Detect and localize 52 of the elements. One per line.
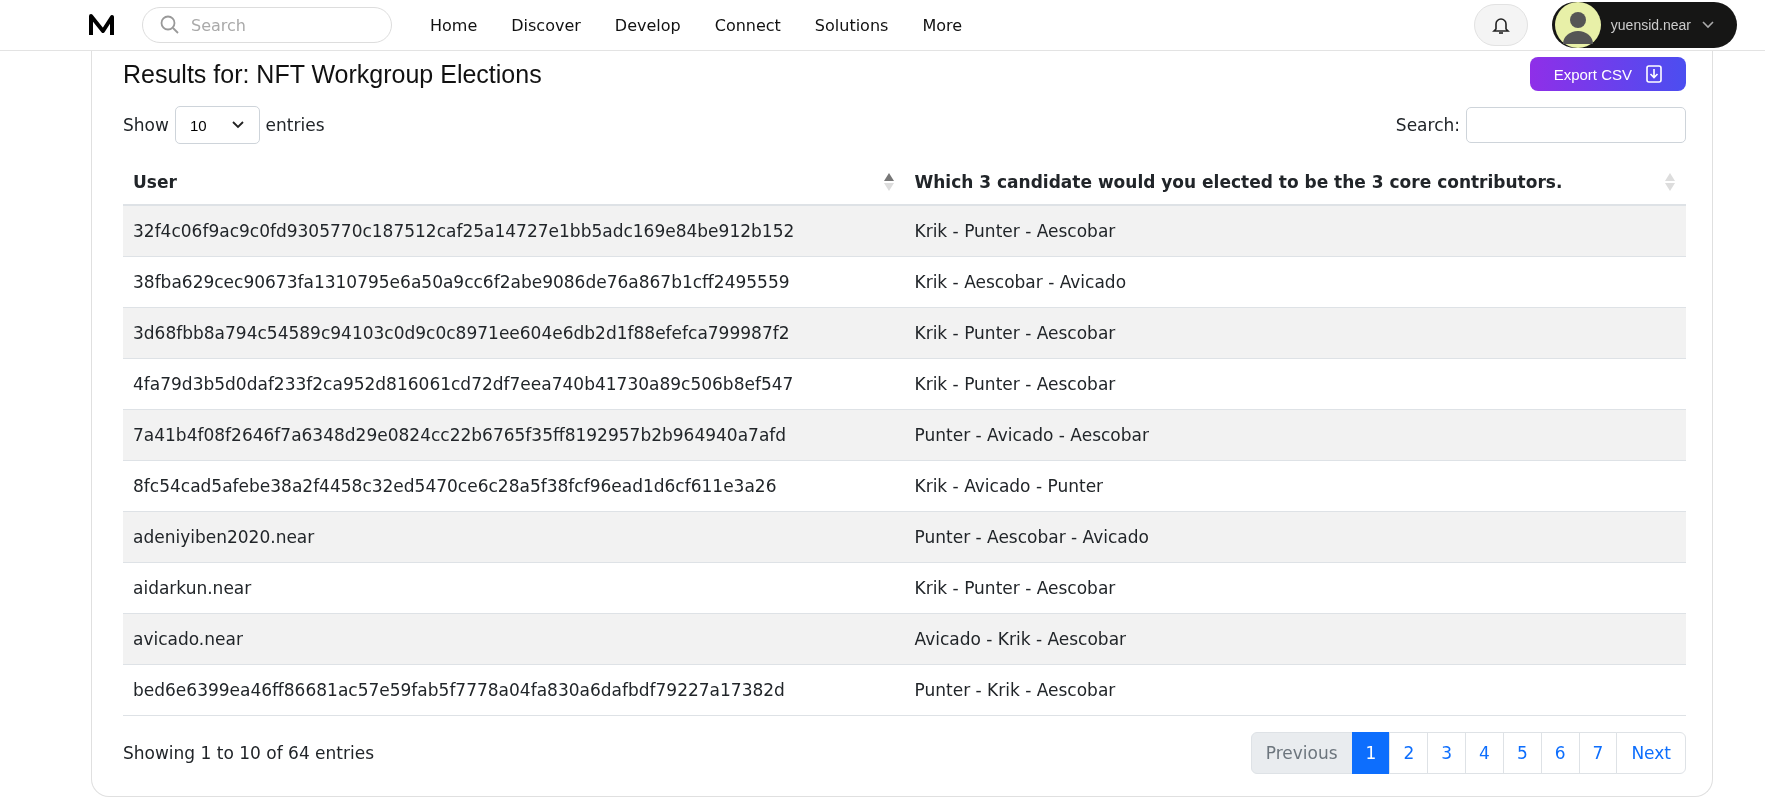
table-cell: 32f4c06f9ac9c0fd9305770c187512caf25a14727e1bb5adc169e84be912b152 bbox=[123, 205, 905, 257]
nav-link[interactable]: More bbox=[922, 15, 963, 35]
nav-link[interactable]: Solutions bbox=[814, 15, 889, 35]
export-button[interactable]: Export CSV bbox=[1529, 57, 1686, 91]
page-button[interactable]: Next bbox=[1616, 732, 1686, 774]
page-button[interactable]: 4 bbox=[1465, 732, 1504, 774]
table-cell: 4fa79d3b5d0daf233f2ca952d816061cd72df7eea740b41730a89c506b8ef547 bbox=[123, 358, 905, 410]
avatar-icon bbox=[1554, 2, 1601, 48]
search-field[interactable] bbox=[1466, 107, 1686, 143]
nav-link[interactable]: Connect bbox=[714, 15, 781, 35]
table-cell: 7a41b4f08f2646f7a6348d29e0824cc22b6765f35ff8192957b2b964940a7afd bbox=[123, 409, 905, 461]
table-cell: Punter - Krik - Aescobar bbox=[904, 664, 1686, 716]
chevron-down-icon bbox=[1701, 20, 1715, 30]
table-cell: Krik - Punter - Aescobar bbox=[904, 562, 1686, 614]
account-button[interactable]: yuensid.near bbox=[1551, 2, 1737, 48]
nav-link[interactable]: Develop bbox=[614, 15, 681, 35]
page-button[interactable]: 7 bbox=[1578, 732, 1618, 774]
table-cell: adeniyiben2020.near bbox=[123, 511, 905, 563]
table-cell: Krik - Avicado - Punter bbox=[904, 460, 1686, 512]
nav-link[interactable]: Home bbox=[430, 15, 478, 35]
table-cell: aidarkun.near bbox=[123, 562, 905, 614]
username: yuensid.near bbox=[1610, 17, 1691, 33]
table-cell: 8fc54cad5afebe38a2f4458c32ed5470ce6c28a5f38fcf96ead1d6cf611e3a26 bbox=[123, 460, 905, 512]
nav-link[interactable]: Discover bbox=[511, 15, 581, 35]
entries-info: Showing 1 to 10 of 64 entries bbox=[123, 743, 375, 763]
search-field[interactable]: Search bbox=[142, 7, 392, 43]
page-title: Results for: NFT Workgroup Elections bbox=[123, 59, 542, 89]
table-cell: Krik - Punter - Aescobar bbox=[904, 307, 1686, 359]
table-cell: bed6e6399ea46ff86681ac57e59fab5f7778a04fa830a6dafbdf79227a17382d bbox=[123, 664, 905, 716]
bell-icon bbox=[1491, 15, 1510, 35]
table-cell: Krik - Punter - Aescobar bbox=[904, 205, 1686, 257]
table-cell: 3d68fbb8a794c54589c94103c0d9c0c8971ee604e6db2d1f88efefca799987f2 bbox=[123, 307, 905, 359]
search-label: Search: bbox=[1395, 115, 1460, 135]
page-button[interactable]: 5 bbox=[1502, 732, 1542, 774]
page-button[interactable]: 1 bbox=[1351, 732, 1391, 774]
table-cell: avicado.near bbox=[123, 613, 905, 665]
search-icon bbox=[160, 15, 180, 35]
chevron-down-icon bbox=[230, 120, 245, 130]
entries-label: entries bbox=[265, 115, 325, 135]
page-button[interactable]: 2 bbox=[1389, 732, 1429, 774]
page-button[interactable]: 6 bbox=[1540, 732, 1580, 774]
download-icon bbox=[1646, 65, 1662, 83]
show-label: Show bbox=[123, 115, 169, 135]
table-cell: Krik - Aescobar - Avicado bbox=[904, 256, 1686, 308]
notifications-button[interactable] bbox=[1473, 4, 1528, 46]
table-cell: Punter - Avicado - Aescobar bbox=[904, 409, 1686, 461]
table-cell: Punter - Aescobar - Avicado bbox=[904, 511, 1686, 563]
table-cell: 38fba629cec90673fa1310795e6a50a9cc6f2abe9086de76a867b1cff2495559 bbox=[123, 256, 905, 308]
page-button[interactable]: 3 bbox=[1427, 732, 1467, 774]
entries-select[interactable]: 10 bbox=[174, 106, 260, 144]
table-cell: Avicado - Krik - Aescobar bbox=[904, 613, 1686, 665]
table-cell: Krik - Punter - Aescobar bbox=[904, 358, 1686, 410]
